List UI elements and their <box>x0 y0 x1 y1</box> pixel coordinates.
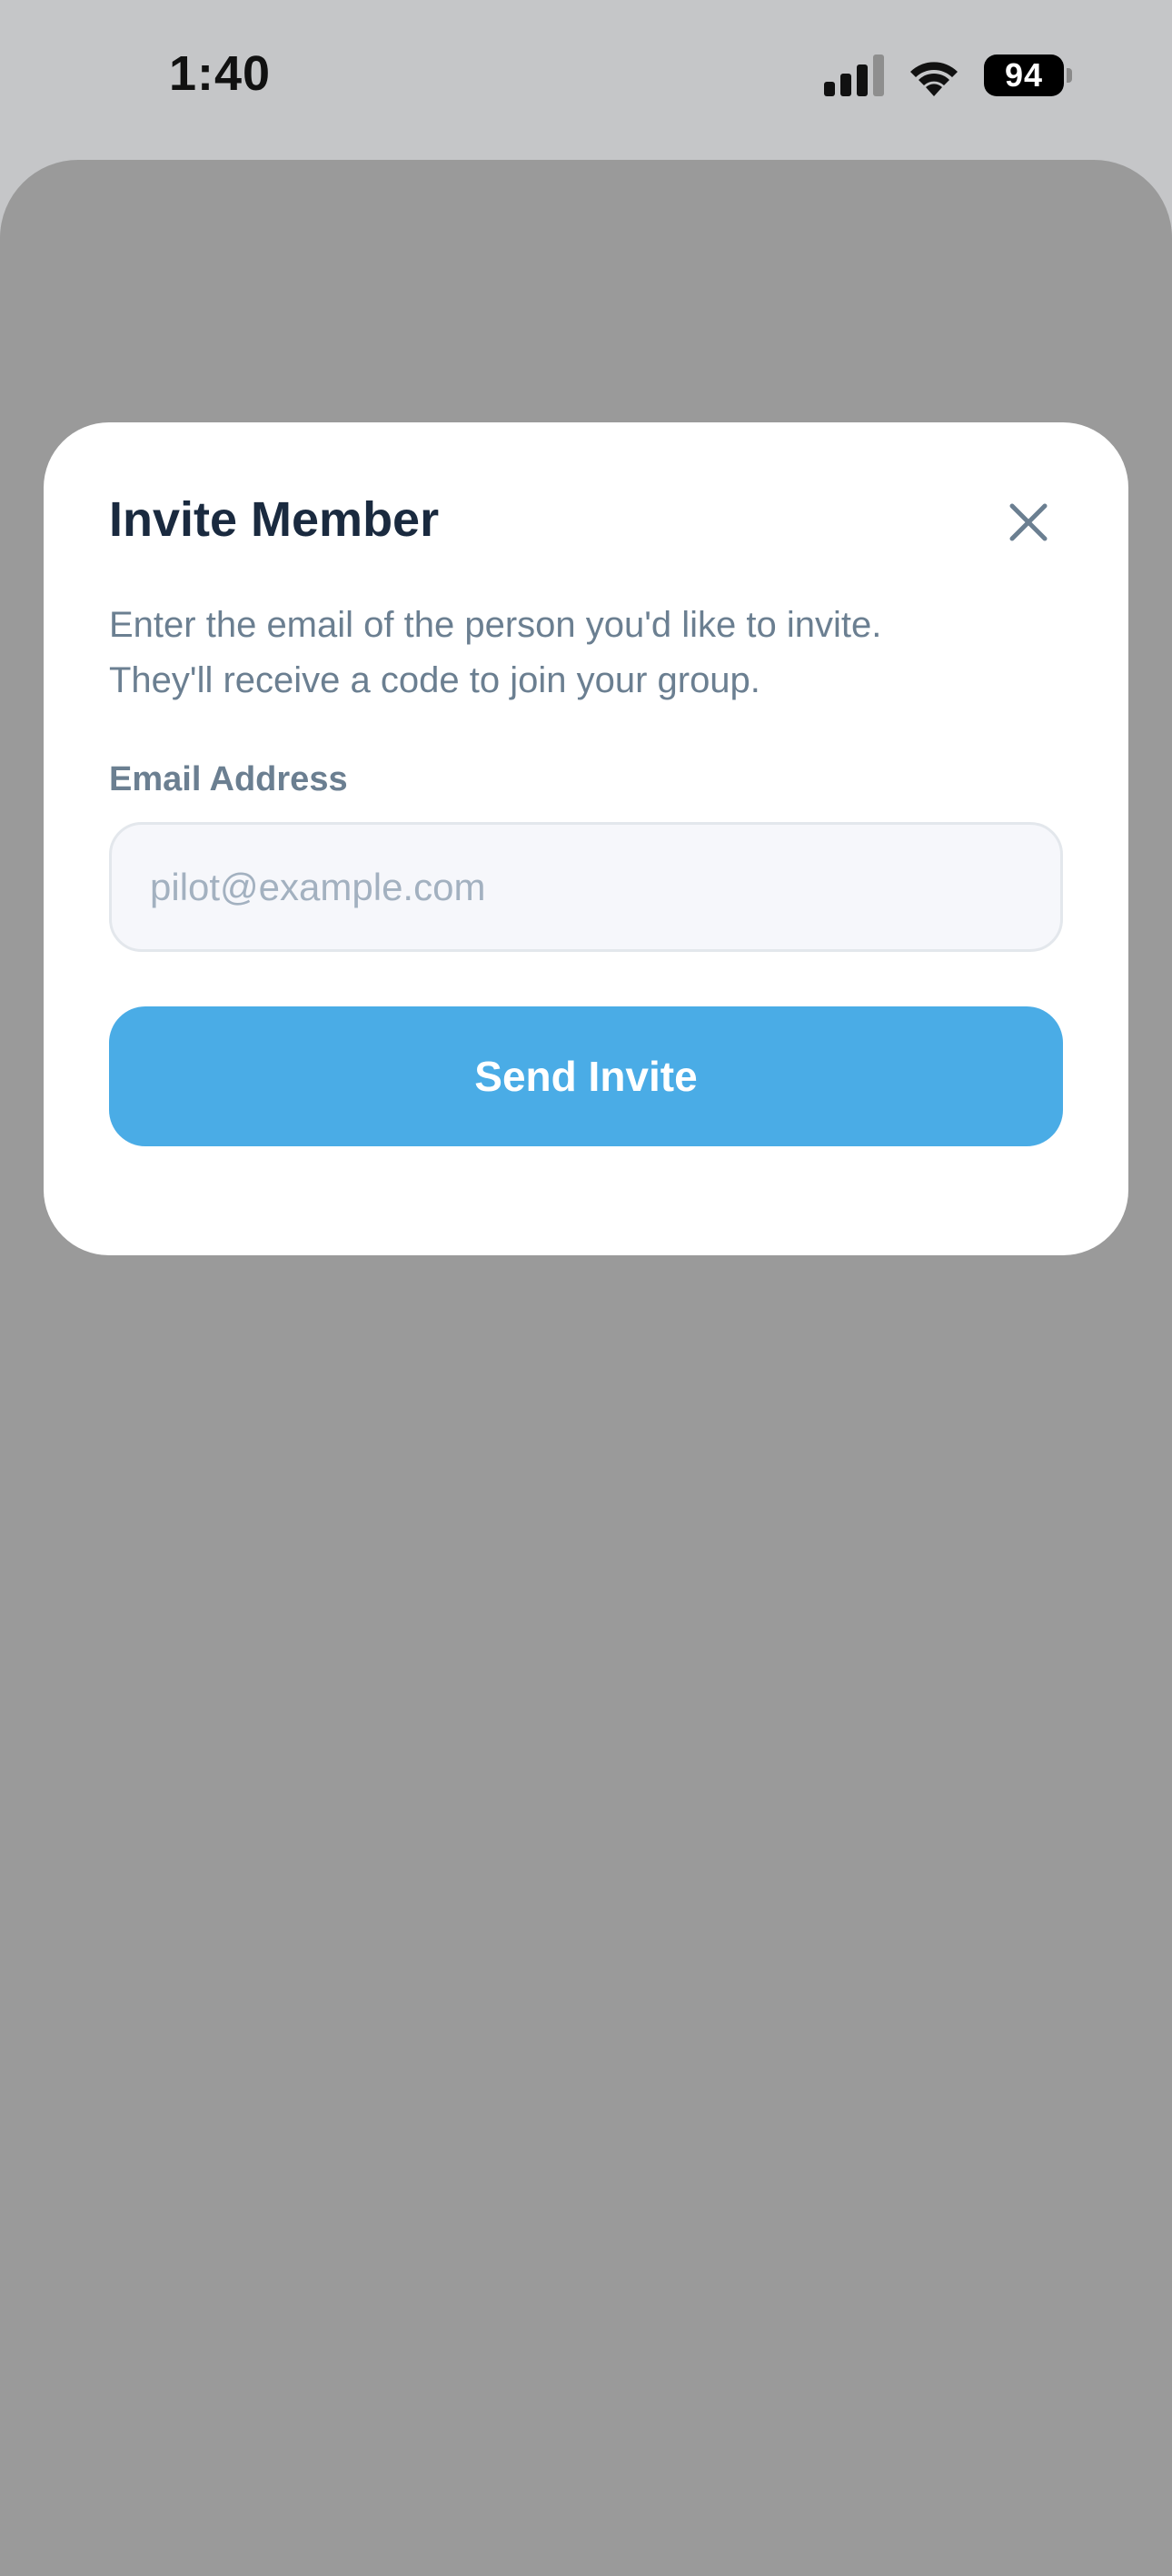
close-button[interactable] <box>1001 495 1056 550</box>
description-line-1: Enter the email of the person you'd like… <box>109 605 882 645</box>
email-field[interactable] <box>109 822 1063 952</box>
battery-level: 94 <box>984 54 1064 96</box>
modal-description: Enter the email of the person you'd like… <box>109 598 1072 708</box>
status-time: 1:40 <box>169 46 272 101</box>
wifi-icon <box>910 62 958 96</box>
battery-icon: 94 <box>984 54 1072 96</box>
status-bar: 1:40 94 <box>0 0 1172 160</box>
send-invite-button[interactable]: Send Invite <box>109 1006 1063 1146</box>
status-icons: 94 <box>824 54 1072 96</box>
invite-member-modal: Invite Member Enter the email of the per… <box>44 422 1128 1255</box>
battery-cap <box>1067 68 1072 83</box>
email-address-label: Email Address <box>109 760 348 798</box>
modal-title: Invite Member <box>109 492 440 547</box>
description-line-2: They'll receive a code to join your grou… <box>109 660 760 700</box>
signal-icon <box>824 54 884 96</box>
close-icon <box>1009 503 1048 541</box>
